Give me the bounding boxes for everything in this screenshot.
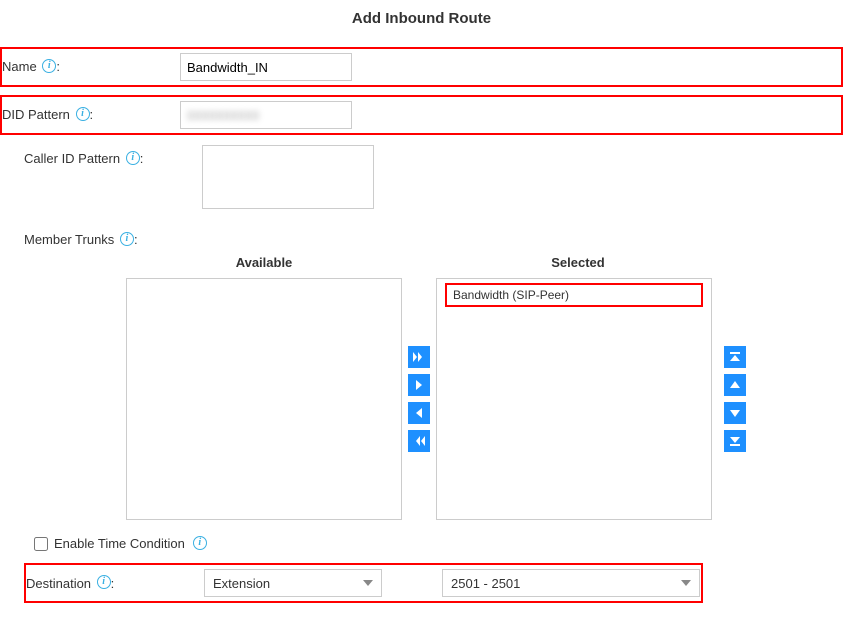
time-condition-checkbox[interactable] (34, 537, 48, 551)
remove-button[interactable] (408, 402, 430, 424)
did-label: DID Pattern i: (2, 101, 180, 122)
time-condition-row: Enable Time Condition i (34, 536, 843, 551)
info-icon[interactable]: i (97, 575, 111, 589)
did-row: DID Pattern i: 0000000000 (0, 95, 843, 135)
cid-label: Caller ID Pattern i: (24, 145, 202, 166)
members-label: Member Trunks i: (24, 226, 202, 247)
selected-title: Selected (440, 255, 716, 278)
name-input[interactable] (180, 53, 352, 81)
add-button[interactable] (408, 374, 430, 396)
info-icon[interactable]: i (126, 151, 140, 165)
cid-input[interactable] (202, 145, 374, 209)
info-icon[interactable]: i (76, 107, 90, 121)
info-icon[interactable]: i (42, 59, 56, 73)
move-down-button[interactable] (724, 402, 746, 424)
selected-listbox[interactable]: Bandwidth (SIP-Peer) (436, 278, 712, 520)
page-title: Add Inbound Route (0, 10, 843, 27)
transfer-buttons (402, 346, 436, 452)
list-item[interactable]: Bandwidth (SIP-Peer) (445, 283, 703, 307)
cid-row: Caller ID Pattern i: (0, 145, 843, 212)
destination-row: Destination i: Extension 2501 - 2501 (24, 563, 703, 603)
destination-type-select[interactable]: Extension (204, 569, 382, 597)
ordering-buttons (718, 346, 752, 452)
add-all-button[interactable] (408, 346, 430, 368)
available-title: Available (126, 255, 402, 278)
move-bottom-button[interactable] (724, 430, 746, 452)
remove-all-button[interactable] (408, 430, 430, 452)
time-condition-label: Enable Time Condition (54, 536, 185, 551)
move-up-button[interactable] (724, 374, 746, 396)
name-label: Name i: (2, 53, 180, 74)
info-icon[interactable]: i (193, 536, 207, 550)
destination-target-select[interactable]: 2501 - 2501 (442, 569, 700, 597)
info-icon[interactable]: i (120, 232, 134, 246)
chevron-down-icon (363, 580, 373, 586)
move-top-button[interactable] (724, 346, 746, 368)
chevron-down-icon (681, 580, 691, 586)
available-listbox[interactable] (126, 278, 402, 520)
did-input[interactable]: 0000000000 (180, 101, 352, 129)
members-row: Member Trunks i: (0, 226, 843, 247)
destination-label: Destination i: (26, 576, 204, 591)
name-row: Name i: (0, 47, 843, 87)
member-trunks-area: Available Selected Bandwidth (SIP-Peer) (0, 255, 843, 520)
